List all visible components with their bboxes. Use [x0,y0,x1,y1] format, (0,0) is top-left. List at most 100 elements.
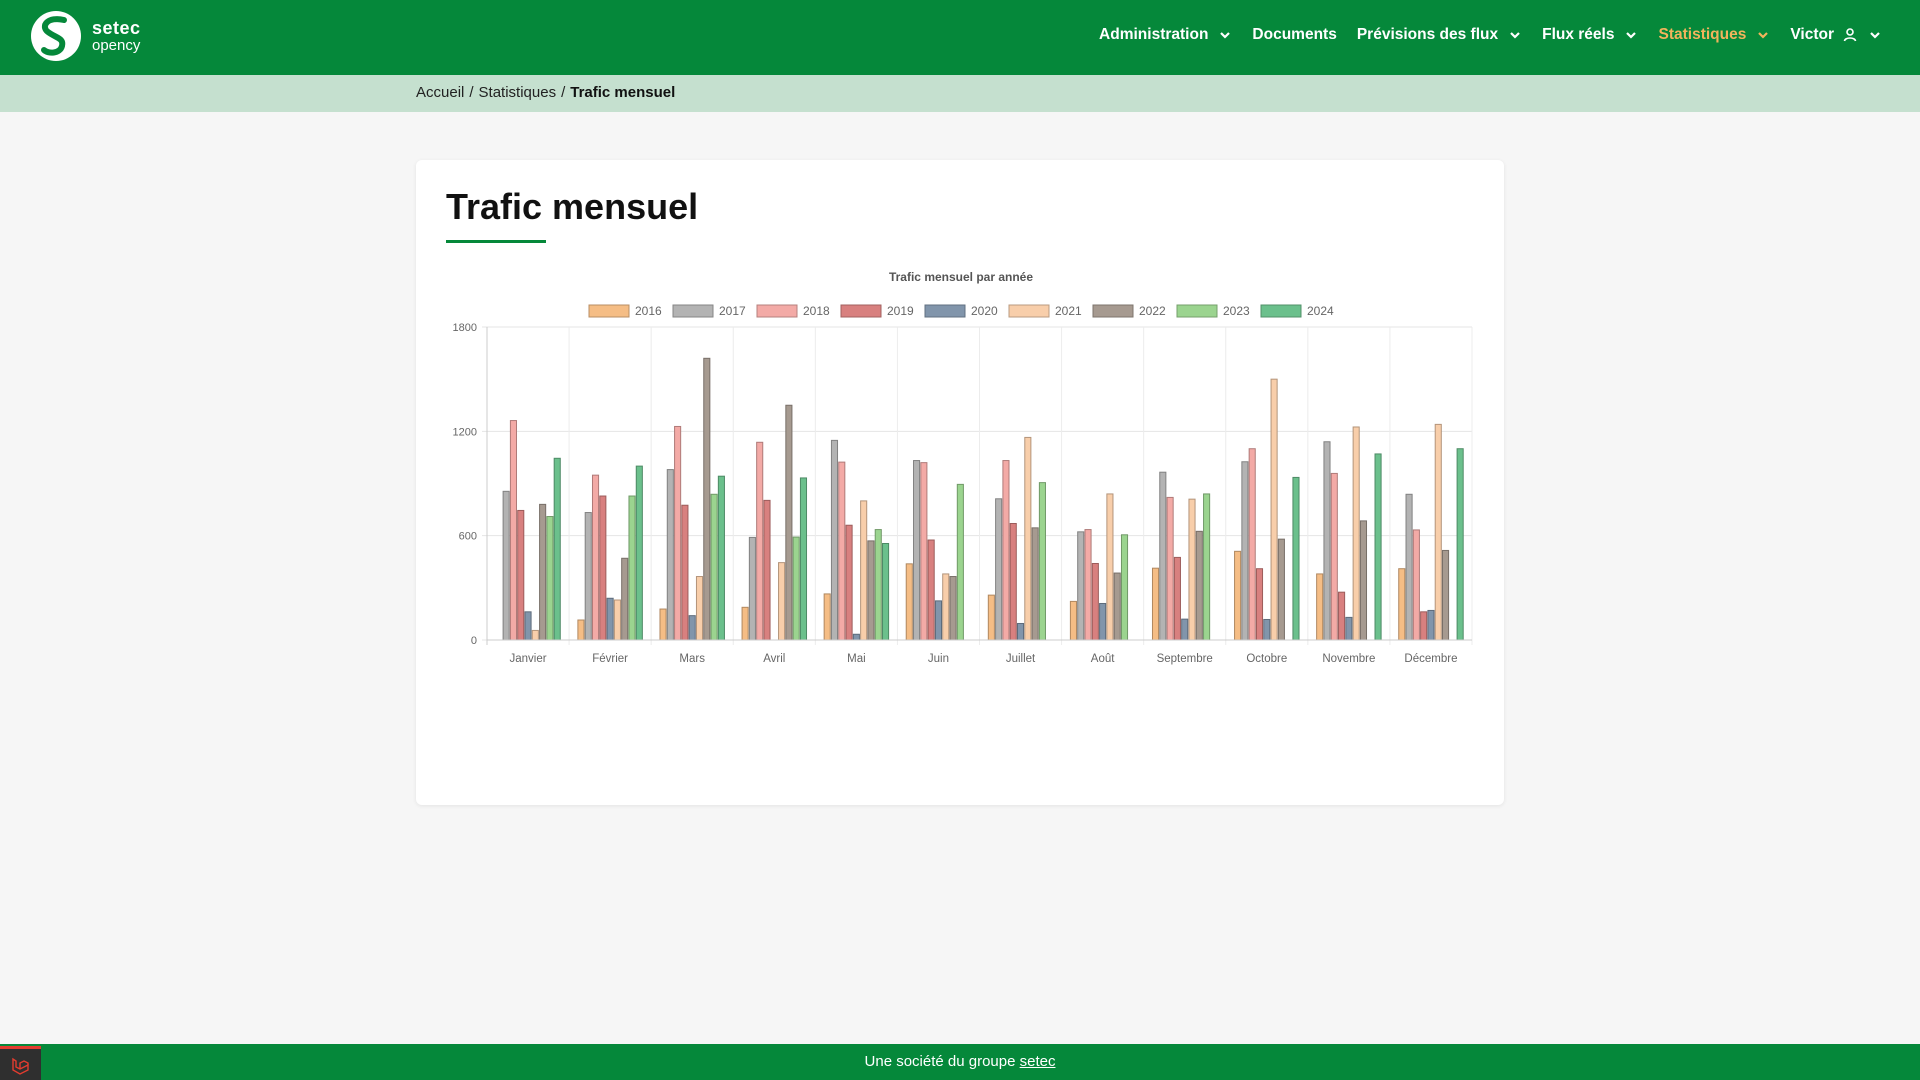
bar [785,404,793,641]
bar [1031,527,1039,641]
bar [613,599,621,641]
legend-item: 2019 [840,304,914,318]
breadcrumb-current: Trafic mensuel [570,84,676,101]
bar [688,615,696,641]
bar [1405,493,1413,641]
nav-statistiques[interactable]: Statistiques [1658,26,1770,44]
nav-flux-reels[interactable]: Flux réels [1542,26,1638,44]
laravel-icon [11,1057,29,1075]
bar [763,499,771,641]
legend-label: 2021 [1055,304,1082,318]
title-underline [446,240,546,243]
bar [1434,423,1442,641]
bar [1016,622,1025,641]
bar [577,619,585,641]
legend-item: 2017 [672,304,746,318]
bar [1188,498,1196,641]
bar [1099,602,1107,641]
bar [1038,482,1046,641]
bar [599,495,607,641]
bar [681,504,689,641]
bar [1412,529,1420,641]
nav-documents[interactable]: Documents [1252,26,1336,44]
legend-swatch [924,304,966,318]
bar [1345,616,1353,641]
legend-item: 2022 [1092,304,1166,318]
bar [1091,562,1099,641]
bar [913,460,921,641]
chevron-down-icon [1220,32,1231,39]
legend-item: 2023 [1176,304,1250,318]
bar [860,500,868,641]
breadcrumb-home-link[interactable]: Accueil [416,84,464,101]
nav-user-menu[interactable]: Victor [1790,26,1882,44]
bar [1195,530,1203,641]
bar [882,542,890,641]
content-card: Trafic mensuel Trafic mensuel par année 2… [416,160,1504,805]
bar [1113,572,1121,641]
bar [1330,472,1338,641]
bar [987,594,995,641]
user-name: Victor [1790,26,1834,43]
breadcrumb: Accueil / Statistiques / Trafic mensuel [416,84,675,101]
bar [956,483,964,641]
legend-swatch [1008,304,1050,318]
bar [741,606,749,641]
brand-logo[interactable]: setec opency [30,10,190,62]
x-tick-label: Août [1091,653,1115,665]
breadcrumb-statistiques-link[interactable]: Statistiques [479,84,557,101]
bar [792,536,800,641]
main-nav: Administration Documents Prévisions des … [1079,0,1882,70]
bar [666,469,674,641]
legend-label: 2024 [1307,304,1334,318]
brand-subname: opency [92,37,141,54]
x-tick-label: Janvier [510,653,547,665]
bar [1002,460,1010,641]
footer-text: Une société du groupe [864,1053,1016,1070]
footer: Une société du groupe setec [0,1044,1920,1080]
bar [756,441,764,641]
legend-swatch [1092,304,1134,318]
bar [1181,618,1189,641]
bar [1234,550,1242,641]
y-tick-label: 1200 [453,426,477,438]
x-tick-label: Mars [679,653,705,665]
bar [799,477,808,641]
chart-container: Trafic mensuel par année 2016 2017 2018 2019… [446,264,1476,794]
bar [517,509,525,641]
bar [695,576,704,641]
bar [1420,611,1428,641]
legend-item: 2018 [756,304,830,318]
bar [1270,378,1278,641]
nav-label: Flux réels [1542,26,1615,43]
bar [1456,448,1464,641]
bar [1159,471,1167,641]
bar [838,461,846,641]
debug-toolbar-badge[interactable] [0,1046,41,1080]
bar [845,524,853,641]
x-tick-label: Avril [763,653,785,665]
setec-logo-icon [31,11,81,61]
x-tick-label: Septembre [1157,653,1213,665]
legend-label: 2023 [1223,304,1250,318]
bar [1323,441,1331,641]
chevron-down-icon [1758,32,1769,39]
bar [1084,529,1092,641]
bar [995,498,1003,641]
legend-label: 2016 [635,304,662,318]
chevron-down-icon [1626,32,1637,39]
bar [1077,531,1085,641]
bar [553,457,561,641]
bar [1263,618,1271,641]
bar [1398,568,1406,641]
nav-label: Prévisions des flux [1356,26,1499,43]
legend-swatch [672,304,714,318]
nav-administration[interactable]: Administration [1099,26,1232,44]
legend-label: 2017 [719,304,746,318]
bar [1359,520,1368,641]
nav-previsions-des-flux[interactable]: Prévisions des flux [1357,26,1522,44]
bar [942,573,950,641]
top-navbar: setec opency Administration Documents Pr… [0,0,1920,75]
footer-setec-link[interactable]: setec [1020,1053,1056,1070]
bar [852,633,860,641]
